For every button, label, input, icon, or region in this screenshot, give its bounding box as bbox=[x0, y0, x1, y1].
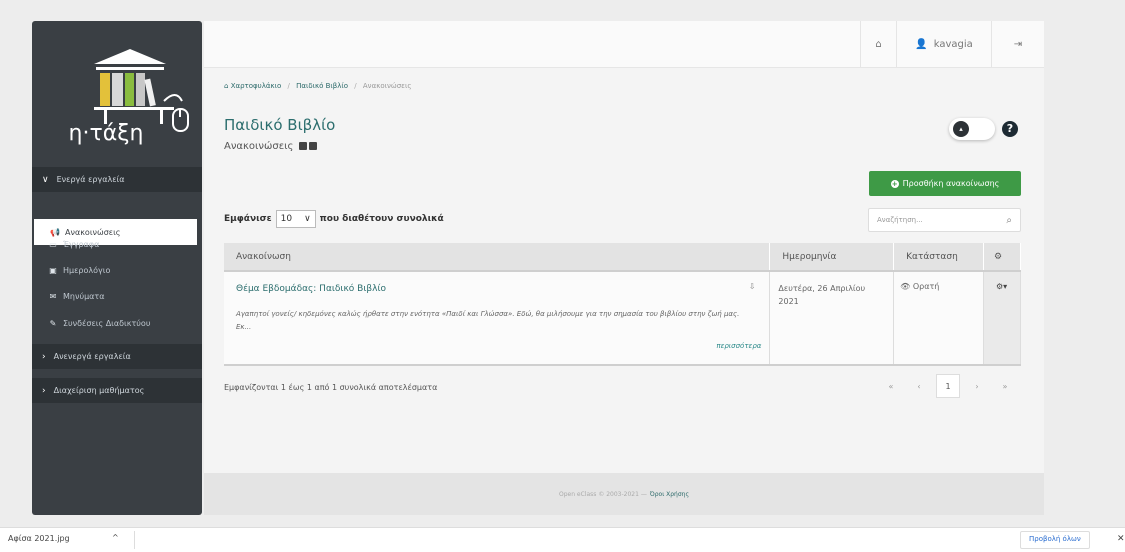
sidebar-item-label: Έγγραφα bbox=[63, 239, 100, 249]
header-status[interactable]: Κατάσταση bbox=[893, 243, 984, 272]
section-label: Διαχείριση μαθήματος bbox=[53, 386, 145, 395]
sidebar-item-messages[interactable]: ✉ Μηνύματα bbox=[32, 283, 202, 309]
download-filename[interactable]: Αφίσα 2021.jpg bbox=[8, 534, 70, 543]
announcement-title[interactable]: Θέμα Εβδομάδας: Παιδικό Βιβλίο bbox=[236, 284, 761, 294]
eye-icon: 👁 bbox=[900, 282, 911, 291]
sidebar-item-label: Μηνύματα bbox=[63, 291, 105, 301]
length-control: Εμφάνισε 10 ∨ που διαθέτουν συνολικά bbox=[224, 210, 444, 228]
chevron-right-icon: › bbox=[42, 385, 46, 396]
table-info: Εμφανίζονται 1 έως 1 από 1 συνολικά αποτ… bbox=[224, 383, 438, 392]
announcement-excerpt: Αγαπητοί γονείς/ κηδεμόνες καλώς ήρθατε … bbox=[236, 310, 740, 331]
home-icon: ⌂ bbox=[224, 82, 229, 90]
section-inactive-tools[interactable]: › Ανενεργά εργαλεία bbox=[32, 344, 202, 369]
terms-link[interactable]: Όροι Χρήσης bbox=[650, 491, 689, 498]
footer-copyright: Open eClass © 2003-2021 — bbox=[559, 490, 647, 498]
chevron-down-icon: ∨ bbox=[304, 214, 311, 224]
logout-icon: ⇥ bbox=[1013, 38, 1023, 50]
sidebar-item-documents[interactable]: ▭ Έγγραφα bbox=[32, 231, 202, 257]
show-all-button[interactable]: Προβολή όλων bbox=[1020, 531, 1090, 549]
table-row: Θέμα Εβδομάδας: Παιδικό Βιβλίο ⇩ Αγαπητο… bbox=[224, 271, 1021, 366]
plus-icon: + bbox=[890, 179, 899, 188]
page-subtitle: Ανακοινώσεις bbox=[224, 141, 317, 152]
date-cell: Δευτέρα, 26 Απριλίου 2021 bbox=[769, 271, 895, 366]
download-divider bbox=[134, 531, 135, 549]
breadcrumb-separator: / bbox=[354, 82, 357, 90]
username: kavagia bbox=[933, 38, 973, 50]
breadcrumb-portfolio[interactable]: Χαρτοφυλάκιο bbox=[231, 82, 282, 90]
logo[interactable]: η·τάξη bbox=[32, 21, 202, 163]
sidebar-item-label: Συνδέσεις Διαδικτύου bbox=[63, 318, 151, 328]
home-icon: ⌂ bbox=[875, 38, 882, 50]
add-announcement-button[interactable]: + Προσθήκη ανακοίνωσης bbox=[869, 171, 1021, 196]
sidebar: η·τάξη ∨ Ενεργά εργαλεία 📢 Ανακοινώσεις … bbox=[32, 21, 202, 515]
calendar-export-icon[interactable] bbox=[308, 142, 317, 150]
close-icon[interactable]: ✕ bbox=[1117, 534, 1125, 544]
header-announcement[interactable]: Ανακοίνωση bbox=[224, 243, 771, 272]
pagination-page-1[interactable]: 1 bbox=[936, 374, 960, 398]
footer: Open eClass © 2003-2021 — Όροι Χρήσης bbox=[204, 473, 1044, 515]
search-placeholder: Αναζήτηση... bbox=[877, 216, 923, 224]
breadcrumb-separator: / bbox=[287, 82, 290, 90]
chevron-right-icon: › bbox=[42, 351, 46, 362]
envelope-icon: ✉ bbox=[49, 291, 57, 301]
pagination-first[interactable]: « bbox=[880, 374, 902, 398]
student-view-icon: ▴ bbox=[953, 121, 969, 137]
read-more-link[interactable]: περισσότερα bbox=[232, 342, 761, 350]
breadcrumb-current: Ανακοινώσεις bbox=[362, 82, 412, 90]
home-button[interactable]: ⌂ bbox=[860, 21, 896, 67]
length-suffix: που διαθέτουν συνολικά bbox=[319, 214, 444, 224]
sidebar-item-label: Ημερολόγιο bbox=[63, 265, 111, 275]
folder-icon: ▭ bbox=[49, 239, 57, 249]
chevron-down-icon: ∨ bbox=[42, 174, 49, 185]
length-prefix: Εμφάνισε bbox=[224, 214, 272, 224]
section-label: Ανενεργά εργαλεία bbox=[53, 352, 131, 361]
page-subtitle-text: Ανακοινώσεις bbox=[224, 141, 294, 152]
breadcrumb: ⌂ Χαρτοφυλάκιο / Παιδικό Βιβλίο / Ανακοι… bbox=[224, 82, 411, 90]
main-content: ⌂ Χαρτοφυλάκιο / Παιδικό Βιβλίο / Ανακοι… bbox=[204, 68, 1044, 473]
actions-cell[interactable]: ⚙▾ bbox=[983, 271, 1021, 366]
header-settings: ⚙ bbox=[983, 243, 1021, 272]
calendar-icon: ▣ bbox=[49, 265, 57, 275]
pin-icon[interactable]: ⇩ bbox=[749, 282, 756, 291]
user-menu[interactable]: 👤 kavagia bbox=[896, 21, 991, 67]
link-icon: ✎ bbox=[49, 318, 57, 328]
search-icon: ⌕ bbox=[1006, 214, 1012, 226]
download-options-icon[interactable]: ^ bbox=[112, 533, 119, 542]
breadcrumb-course[interactable]: Παιδικό Βιβλίο bbox=[296, 82, 348, 90]
sidebar-item-links[interactable]: ✎ Συνδέσεις Διαδικτύου bbox=[32, 310, 202, 336]
pagination-previous[interactable]: ‹ bbox=[908, 374, 930, 398]
length-value: 10 bbox=[280, 214, 293, 224]
pagination-next[interactable]: › bbox=[966, 374, 988, 398]
page-title[interactable]: Παιδικό Βιβλίο bbox=[224, 116, 335, 134]
logout-button[interactable]: ⇥ bbox=[991, 21, 1044, 67]
view-toggle[interactable]: ▴ bbox=[949, 118, 995, 140]
topbar: ⌂ 👤 kavagia ⇥ bbox=[204, 21, 1044, 68]
logo-text: η·τάξη bbox=[68, 121, 144, 146]
add-announcement-label: Προσθήκη ανακοίνωσης bbox=[902, 179, 1000, 188]
user-icon: 👤 bbox=[915, 38, 928, 50]
help-icon[interactable]: ? bbox=[1002, 121, 1018, 137]
rss-icon[interactable] bbox=[298, 142, 307, 150]
section-label: Ενεργά εργαλεία bbox=[56, 175, 125, 184]
sidebar-item-calendar[interactable]: ▣ Ημερολόγιο bbox=[32, 257, 202, 283]
pagination-last[interactable]: » bbox=[994, 374, 1016, 398]
gear-dropdown-icon: ⚙▾ bbox=[996, 282, 1008, 291]
header-date[interactable]: Ημερομηνία bbox=[769, 243, 895, 272]
section-course-management[interactable]: › Διαχείριση μαθήματος bbox=[32, 378, 202, 403]
section-active-tools[interactable]: ∨ Ενεργά εργαλεία bbox=[32, 167, 202, 192]
announcement-cell: Θέμα Εβδομάδας: Παιδικό Βιβλίο ⇩ Αγαπητο… bbox=[224, 271, 771, 366]
announcements-table: Ανακοίνωση Ημερομηνία Κατάσταση ⚙ Θέμα Ε… bbox=[224, 243, 1021, 366]
gears-icon: ⚙ bbox=[994, 251, 1003, 262]
length-select[interactable]: 10 ∨ bbox=[275, 210, 316, 228]
status-text: Ορατή bbox=[912, 282, 940, 291]
search-input[interactable]: Αναζήτηση... ⌕ bbox=[868, 208, 1021, 232]
status-cell: 👁 Ορατή bbox=[893, 271, 984, 366]
download-bar: Αφίσα 2021.jpg ^ Προβολή όλων ✕ bbox=[0, 527, 1125, 552]
